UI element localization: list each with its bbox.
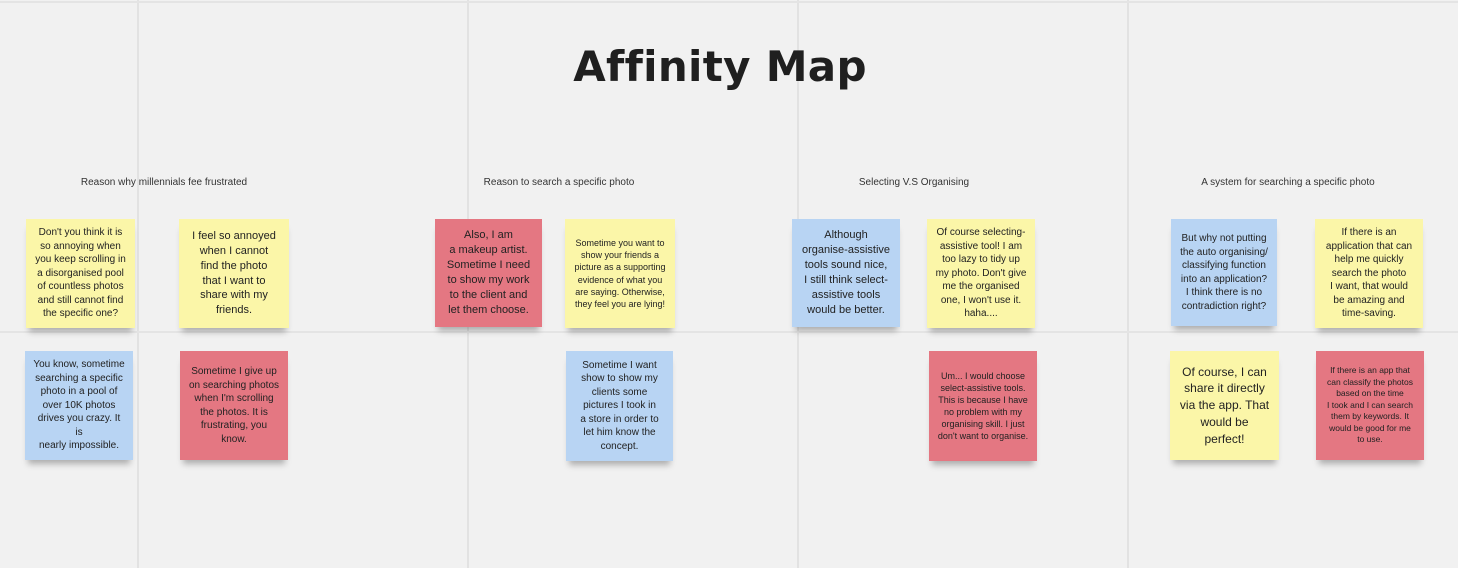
sticky-note-text: Um... I would choose select-assistive to… <box>937 370 1029 442</box>
sticky-note-text: But why not putting the auto organising/… <box>1180 233 1268 312</box>
sticky-note-text: Of course selecting- assistive tool! I a… <box>935 227 1027 320</box>
sticky-note[interactable]: Sometime you want to show your friends a… <box>565 219 675 328</box>
sticky-note-text: Don't you think it is so annoying when y… <box>35 227 126 320</box>
sticky-note-text: Sometime you want to show your friends a… <box>574 238 666 309</box>
sticky-note[interactable]: I feel so annoyed when I cannot find the… <box>179 219 289 328</box>
sticky-note[interactable]: Sometime I give up on searching photos w… <box>180 351 288 460</box>
sticky-note[interactable]: But why not putting the auto organising/… <box>1171 219 1277 326</box>
sticky-note-text: Of course, I can share it directly via t… <box>1179 364 1270 446</box>
sticky-note-text: Although organise-assistive tools sound … <box>801 229 891 316</box>
sticky-note[interactable]: Um... I would choose select-assistive to… <box>929 351 1037 461</box>
sticky-note-text: I feel so annoyed when I cannot find the… <box>192 229 276 317</box>
sticky-note-text: If there is an app that can classify the… <box>1327 365 1413 445</box>
sticky-note-text: Sometime I give up on searching photos w… <box>188 366 280 445</box>
category-label-reason[interactable]: Reason to search a specific photo <box>484 177 635 188</box>
sticky-note-text: You know, sometime searching a specific … <box>33 359 125 452</box>
sticky-note[interactable]: Also, I am a makeup artist. Sometime I n… <box>435 219 542 327</box>
sticky-note[interactable]: Of course, I can share it directly via t… <box>1170 351 1279 460</box>
category-label-selecting[interactable]: Selecting V.S Organising <box>859 177 969 188</box>
sticky-note[interactable]: Sometime I want show to show my clients … <box>566 351 673 461</box>
sticky-note[interactable]: Don't you think it is so annoying when y… <box>26 219 135 328</box>
sticky-note[interactable]: Although organise-assistive tools sound … <box>792 219 900 327</box>
sticky-note-text: Sometime I want show to show my clients … <box>580 359 659 452</box>
grid-line <box>0 1 1458 3</box>
sticky-note[interactable]: If there is an application that can help… <box>1315 219 1423 328</box>
sticky-note-text: Also, I am a makeup artist. Sometime I n… <box>446 229 531 316</box>
sticky-note[interactable]: If there is an app that can classify the… <box>1316 351 1424 460</box>
sticky-note-text: If there is an application that can help… <box>1325 227 1413 320</box>
sticky-note[interactable]: Of course selecting- assistive tool! I a… <box>927 219 1035 328</box>
sticky-note[interactable]: You know, sometime searching a specific … <box>25 351 133 460</box>
category-label-system[interactable]: A system for searching a specific photo <box>1201 177 1374 188</box>
grid-line <box>0 331 1458 333</box>
page-title: Affinity Map <box>573 42 867 91</box>
category-label-frustration[interactable]: Reason why millennials fee frustrated <box>81 177 247 188</box>
